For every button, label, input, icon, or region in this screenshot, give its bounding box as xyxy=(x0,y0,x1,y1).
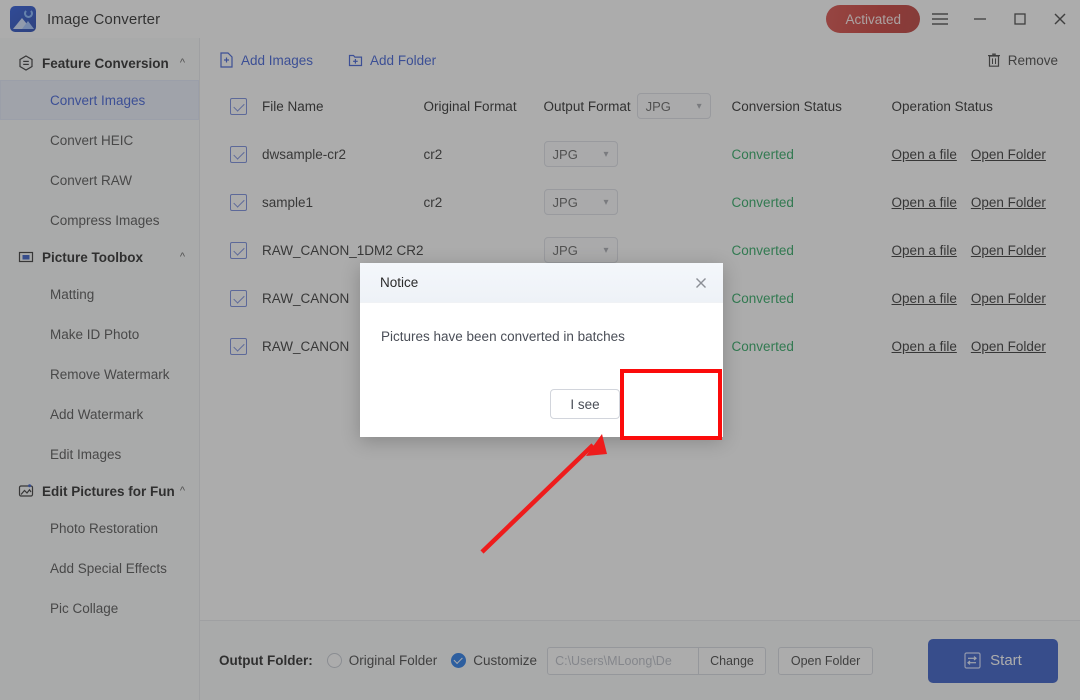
dialog-title: Notice xyxy=(380,275,418,290)
dialog-message: Pictures have been converted in batches xyxy=(360,303,723,344)
i-see-button[interactable]: I see xyxy=(550,389,620,419)
notice-dialog: Notice Pictures have been converted in b… xyxy=(360,263,723,437)
dialog-actions: I see View now xyxy=(550,389,708,419)
view-now-button[interactable]: View now xyxy=(638,389,708,419)
dialog-header: Notice xyxy=(360,263,723,303)
app-window: Image Converter Activated Feature Conver… xyxy=(0,0,1080,700)
close-icon[interactable] xyxy=(693,275,709,291)
